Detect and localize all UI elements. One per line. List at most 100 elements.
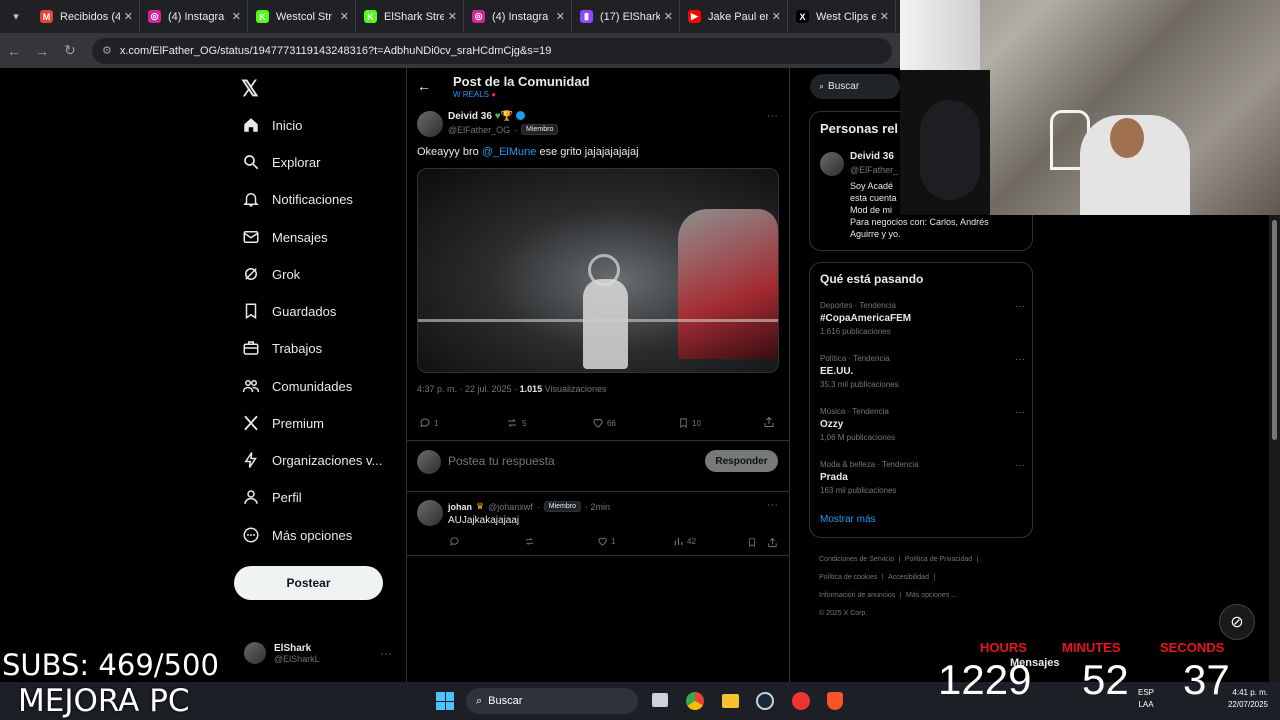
back-arrow-icon[interactable]: ← bbox=[417, 78, 431, 94]
comment-views-action[interactable]: 42 bbox=[673, 536, 696, 547]
like-action[interactable]: 66 bbox=[592, 417, 616, 429]
nav-item-explorar[interactable]: Explorar bbox=[240, 147, 320, 177]
browser-tab[interactable]: X West Clips e ✕ bbox=[788, 0, 896, 33]
search-input[interactable]: ⌕ Buscar bbox=[810, 74, 900, 99]
more-dots-icon[interactable]: ··· bbox=[1015, 460, 1025, 471]
more-dots-icon[interactable]: ··· bbox=[1015, 301, 1025, 312]
task-view-icon[interactable] bbox=[652, 693, 668, 707]
x-icon bbox=[240, 412, 262, 434]
community-name[interactable]: W REALS ● bbox=[453, 90, 496, 99]
browser-tab[interactable]: ◎ (4) Instagra ✕ bbox=[464, 0, 572, 33]
trend-item[interactable]: Política · Tendencia EE.UU. 35,3 mil publi… bbox=[820, 354, 1025, 389]
tab-title: (4) Instagra bbox=[492, 10, 549, 23]
close-tab-icon[interactable]: ✕ bbox=[556, 10, 565, 23]
site-settings-icon[interactable]: ⚙ bbox=[102, 44, 112, 57]
account-switcher[interactable]: ElShark @ElSharkL ··· bbox=[244, 638, 404, 668]
trend-item[interactable]: Moda & belleza · Tendencia Prada 163 mil p… bbox=[820, 460, 1025, 495]
nav-item-notificaciones[interactable]: Notificaciones bbox=[240, 184, 353, 214]
footer-link[interactable]: Condiciones de Servicio bbox=[819, 556, 894, 563]
nav-item-organizaciones-v[interactable]: Organizaciones v... bbox=[240, 445, 382, 475]
share-icon[interactable] bbox=[767, 535, 778, 553]
nav-item-comunidades[interactable]: Comunidades bbox=[240, 371, 352, 401]
reply-button[interactable]: Responder bbox=[705, 450, 778, 472]
steam-icon[interactable] bbox=[756, 692, 774, 710]
person-handle[interactable]: @ElFather_ bbox=[850, 165, 898, 175]
bookmark-action[interactable]: 10 bbox=[678, 417, 701, 429]
comment-author[interactable]: johan bbox=[448, 502, 472, 512]
footer-link[interactable]: Más opciones ... bbox=[906, 592, 957, 599]
close-tab-icon[interactable]: ✕ bbox=[124, 10, 133, 23]
author-avatar[interactable] bbox=[417, 111, 443, 137]
more-dots-icon[interactable]: ··· bbox=[380, 646, 392, 660]
back-arrow-icon[interactable]: ← bbox=[0, 43, 28, 59]
trend-item[interactable]: Deportes · Tendencia #CopaAmericaFEM 1.616… bbox=[820, 301, 1025, 336]
nav-item-trabajos[interactable]: Trabajos bbox=[240, 333, 322, 363]
bookmark-icon bbox=[680, 418, 687, 428]
show-more-link[interactable]: Mostrar más bbox=[820, 514, 876, 525]
taskbar-search[interactable]: ⌕ Buscar bbox=[466, 688, 638, 714]
nav-item-m-s-opciones[interactable]: Más opciones bbox=[240, 520, 352, 550]
comment-like-action[interactable]: 1 bbox=[597, 536, 615, 547]
browser-tab[interactable]: K Westcol Str ✕ bbox=[248, 0, 356, 33]
brave-icon[interactable] bbox=[827, 692, 843, 710]
reply-input[interactable]: Postea tu respuesta bbox=[448, 454, 555, 468]
nav-item-inicio[interactable]: Inicio bbox=[240, 110, 302, 140]
bookmark-icon[interactable] bbox=[747, 535, 757, 553]
footer-link[interactable]: Política de Privacidad bbox=[905, 556, 972, 563]
nav-item-guardados[interactable]: Guardados bbox=[240, 296, 336, 326]
chrome-icon[interactable] bbox=[686, 692, 704, 710]
grok-floating-icon[interactable]: ⊘ bbox=[1219, 604, 1255, 640]
close-tab-icon[interactable]: ✕ bbox=[880, 10, 889, 23]
post-button[interactable]: Postear bbox=[234, 566, 383, 600]
address-bar[interactable]: ⚙ x.com/ElFather_OG/status/1947773119143… bbox=[92, 37, 892, 64]
person-name[interactable]: Deivid 36 bbox=[850, 151, 894, 162]
nav-label: Trabajos bbox=[272, 340, 323, 356]
author-name[interactable]: Deivid 36 ♥🏆 bbox=[448, 111, 525, 122]
browser-tab[interactable]: K ElShark Stre ✕ bbox=[356, 0, 464, 33]
comment-avatar[interactable] bbox=[417, 500, 443, 526]
forward-arrow-icon[interactable]: → bbox=[28, 43, 56, 59]
keyboard-language[interactable]: ESP LAA bbox=[1138, 687, 1154, 711]
nav-item-perfil[interactable]: Perfil bbox=[240, 482, 302, 512]
trend-item[interactable]: Música · Tendencia Ozzy 1,06 M publicacion… bbox=[820, 407, 1025, 442]
browser-tab[interactable]: ◎ (4) Instagra ✕ bbox=[140, 0, 248, 33]
nav-item-grok[interactable]: Grok bbox=[240, 259, 300, 289]
comment-reply-action[interactable] bbox=[449, 536, 463, 547]
reload-icon[interactable]: ↻ bbox=[56, 42, 84, 59]
footer-links: Condiciones de Servicio | Política de Pr… bbox=[819, 556, 979, 617]
scrollbar[interactable] bbox=[1269, 215, 1280, 682]
nav-item-premium[interactable]: Premium bbox=[240, 408, 324, 438]
windows-start-icon[interactable] bbox=[436, 692, 454, 710]
close-tab-icon[interactable]: ✕ bbox=[772, 10, 781, 23]
more-dots-icon[interactable]: ··· bbox=[1015, 407, 1025, 418]
mention-link[interactable]: @_ElMune bbox=[482, 146, 537, 158]
nav-item-mensajes[interactable]: Mensajes bbox=[240, 222, 328, 252]
repost-action[interactable]: 5 bbox=[505, 417, 526, 429]
file-explorer-icon[interactable] bbox=[722, 694, 739, 708]
more-dots-icon[interactable]: ··· bbox=[767, 110, 778, 122]
post-video[interactable] bbox=[417, 168, 779, 373]
close-tab-icon[interactable]: ✕ bbox=[448, 10, 457, 23]
comment-text: AUJajkakajajaaj bbox=[448, 515, 520, 526]
browser-tab[interactable]: M Recibidos (4 ✕ bbox=[32, 0, 140, 33]
app-icon[interactable] bbox=[792, 692, 810, 710]
browser-tab[interactable]: ▶ Jake Paul er ✕ bbox=[680, 0, 788, 33]
nav-label: Guardados bbox=[272, 303, 337, 319]
more-dots-icon[interactable]: ··· bbox=[767, 499, 778, 511]
verified-icon bbox=[515, 111, 525, 120]
footer-link[interactable]: Política de cookies bbox=[819, 574, 877, 581]
avatar[interactable] bbox=[820, 152, 844, 176]
tab-search-chevron-icon[interactable]: ▾ bbox=[0, 0, 32, 33]
comment-handle[interactable]: @johanxwf bbox=[488, 502, 533, 512]
close-tab-icon[interactable]: ✕ bbox=[340, 10, 349, 23]
x-logo-icon[interactable]: 𝕏 bbox=[241, 76, 259, 102]
close-tab-icon[interactable]: ✕ bbox=[232, 10, 241, 23]
browser-tab[interactable]: ▮ (17) ElShark ✕ bbox=[572, 0, 680, 33]
close-tab-icon[interactable]: ✕ bbox=[664, 10, 673, 23]
footer-link[interactable]: Información de anuncios bbox=[819, 592, 895, 599]
comment-repost-action[interactable] bbox=[523, 536, 539, 547]
footer-link[interactable]: Accesibilidad bbox=[888, 574, 929, 581]
reply-action[interactable]: 1 bbox=[419, 417, 438, 429]
share-icon[interactable] bbox=[763, 415, 775, 433]
more-dots-icon[interactable]: ··· bbox=[1015, 354, 1025, 365]
